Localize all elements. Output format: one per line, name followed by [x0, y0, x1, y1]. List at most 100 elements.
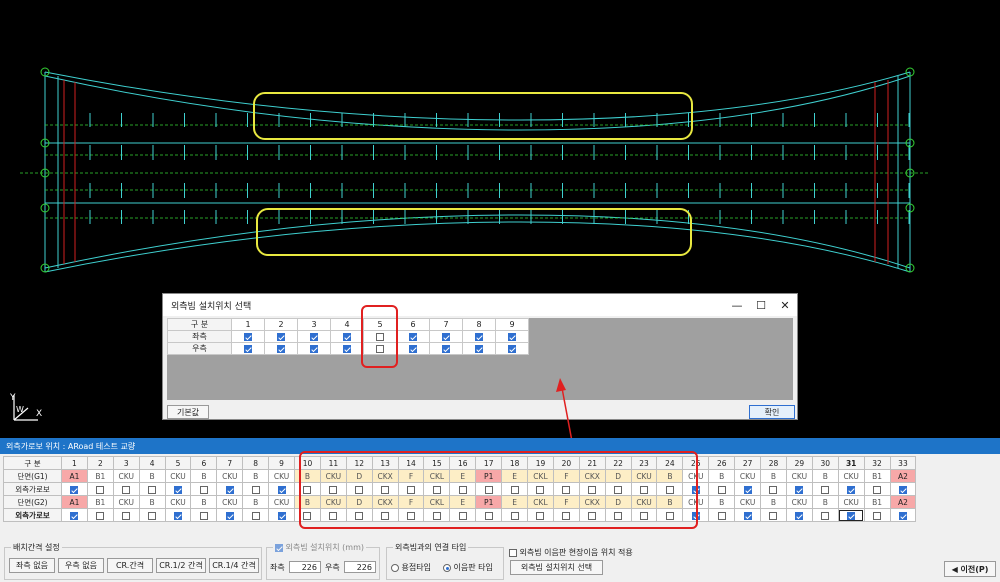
- position-checkbox[interactable]: [442, 344, 450, 353]
- position-checkbox[interactable]: [508, 344, 516, 353]
- site-apply-checkbox[interactable]: [509, 548, 517, 557]
- crossbeam-checkbox[interactable]: [225, 485, 234, 494]
- crossbeam-cell: [760, 508, 787, 522]
- section-cell: B: [138, 495, 166, 509]
- dialog-title: 외측빔 설치위치 선택: [171, 301, 252, 312]
- section-cell: CKU: [734, 469, 762, 483]
- left-position-input[interactable]: 226: [289, 561, 321, 573]
- crossbeam-checkbox[interactable]: [199, 485, 208, 494]
- position-checkbox[interactable]: [244, 344, 252, 353]
- dialog-col-header: 2: [264, 318, 298, 331]
- table-col-header: 2: [86, 456, 114, 470]
- crossbeam-checkbox[interactable]: [96, 511, 105, 520]
- crossbeam-checkbox[interactable]: [847, 485, 856, 494]
- crossbeam-checkbox[interactable]: [277, 485, 286, 494]
- default-button[interactable]: 기본값: [167, 405, 209, 419]
- crossbeam-checkbox[interactable]: [795, 511, 804, 520]
- crossbeam-cell: [138, 508, 166, 522]
- dialog-cell: [231, 330, 265, 343]
- highlight-column-5: [361, 305, 398, 368]
- crossbeam-checkbox[interactable]: [70, 511, 79, 520]
- ok-button[interactable]: 확인: [749, 405, 795, 419]
- position-checkbox[interactable]: [343, 344, 351, 353]
- position-checkbox[interactable]: [277, 332, 285, 341]
- section-cell: B: [190, 469, 218, 483]
- section-cell: B1: [86, 495, 114, 509]
- cr-half-spacing-button[interactable]: CR.1/2 간격: [156, 558, 206, 573]
- crossbeam-checkbox[interactable]: [795, 485, 804, 494]
- crossbeam-checkbox[interactable]: [898, 485, 907, 494]
- crossbeam-checkbox[interactable]: [898, 511, 907, 520]
- position-enable-checkbox[interactable]: [275, 543, 283, 552]
- right-none-button[interactable]: 우측 없음: [58, 558, 104, 573]
- prev-button[interactable]: ◀ 이전(P): [944, 561, 996, 577]
- position-group: 외측빔 설치위치 (mm) 좌측 226 우측 226: [266, 542, 380, 580]
- crossbeam-checkbox[interactable]: [717, 511, 726, 520]
- welding-radio[interactable]: [391, 563, 399, 572]
- crossbeam-checkbox[interactable]: [148, 511, 157, 520]
- position-checkbox[interactable]: [343, 332, 351, 341]
- crossbeam-checkbox[interactable]: [174, 485, 182, 494]
- position-checkbox[interactable]: [310, 332, 318, 341]
- position-checkbox[interactable]: [409, 344, 417, 353]
- position-checkbox[interactable]: [508, 332, 516, 341]
- position-checkbox[interactable]: [277, 344, 285, 353]
- position-checkbox[interactable]: [409, 332, 417, 341]
- cr-spacing-button[interactable]: CR.간격: [107, 558, 153, 573]
- select-position-button[interactable]: 외측빔 설치위치 선택: [510, 560, 603, 575]
- crossbeam-checkbox[interactable]: [148, 485, 157, 494]
- left-none-button[interactable]: 좌측 없음: [9, 558, 55, 573]
- crossbeam-checkbox[interactable]: [199, 511, 208, 520]
- site-apply-option[interactable]: 외측빔 이음판 현장이음 위치 적용: [509, 547, 633, 558]
- crossbeam-checkbox[interactable]: [96, 485, 105, 494]
- crossbeam-cell: [164, 482, 192, 496]
- crossbeam-checkbox[interactable]: [251, 485, 260, 494]
- section-cell: CKU: [216, 495, 244, 509]
- crossbeam-checkbox[interactable]: [769, 485, 778, 494]
- crossbeam-checkbox[interactable]: [70, 485, 79, 494]
- position-checkbox[interactable]: [310, 344, 318, 353]
- dialog-cell: [462, 330, 496, 343]
- crossbeam-checkbox[interactable]: [717, 485, 726, 494]
- position-checkbox[interactable]: [244, 332, 252, 341]
- section-cell: CKU: [164, 469, 192, 483]
- crossbeam-checkbox[interactable]: [873, 485, 882, 494]
- position-checkbox[interactable]: [475, 332, 483, 341]
- position-group-legend: 외측빔 설치위치 (mm): [273, 542, 366, 553]
- crossbeam-checkbox[interactable]: [122, 511, 131, 520]
- crossbeam-cell: [86, 482, 114, 496]
- crossbeam-checkbox[interactable]: [174, 511, 182, 520]
- minimize-icon[interactable]: —: [725, 294, 749, 316]
- table-col-header: 7: [216, 456, 244, 470]
- crossbeam-checkbox[interactable]: [847, 511, 856, 520]
- table-row-label: 외측가로보: [3, 508, 62, 522]
- section-cell: B1: [863, 495, 891, 509]
- close-icon[interactable]: ✕: [773, 294, 797, 316]
- right-position-input[interactable]: 226: [344, 561, 376, 573]
- crossbeam-checkbox[interactable]: [821, 511, 830, 520]
- section-cell: CKU: [837, 495, 865, 509]
- connection-group: 외측빔과의 연결 타입 용접타입 이음판 타입: [386, 542, 504, 580]
- table-col-header: 30: [811, 456, 839, 470]
- crossbeam-cell: [190, 508, 218, 522]
- crossbeam-checkbox[interactable]: [769, 511, 778, 520]
- position-checkbox[interactable]: [475, 344, 483, 353]
- position-checkbox[interactable]: [442, 332, 450, 341]
- crossbeam-checkbox[interactable]: [873, 511, 882, 520]
- crossbeam-checkbox[interactable]: [277, 511, 286, 520]
- section-cell: B1: [863, 469, 891, 483]
- highlight-lower-girder: [256, 208, 692, 256]
- splice-type-option[interactable]: 이음판 타입: [443, 562, 493, 573]
- table-col-header: 26: [708, 456, 736, 470]
- crossbeam-checkbox[interactable]: [225, 511, 234, 520]
- crossbeam-checkbox[interactable]: [821, 485, 830, 494]
- maximize-icon[interactable]: ☐: [749, 294, 773, 316]
- crossbeam-checkbox[interactable]: [122, 485, 131, 494]
- crossbeam-checkbox[interactable]: [743, 485, 752, 494]
- crossbeam-checkbox[interactable]: [743, 511, 752, 520]
- crossbeam-checkbox[interactable]: [251, 511, 260, 520]
- welding-type-option[interactable]: 용접타입: [391, 562, 431, 573]
- splice-radio[interactable]: [443, 563, 451, 572]
- section-cell: A1: [61, 495, 88, 509]
- cr-quarter-spacing-button[interactable]: CR.1/4 간격: [209, 558, 259, 573]
